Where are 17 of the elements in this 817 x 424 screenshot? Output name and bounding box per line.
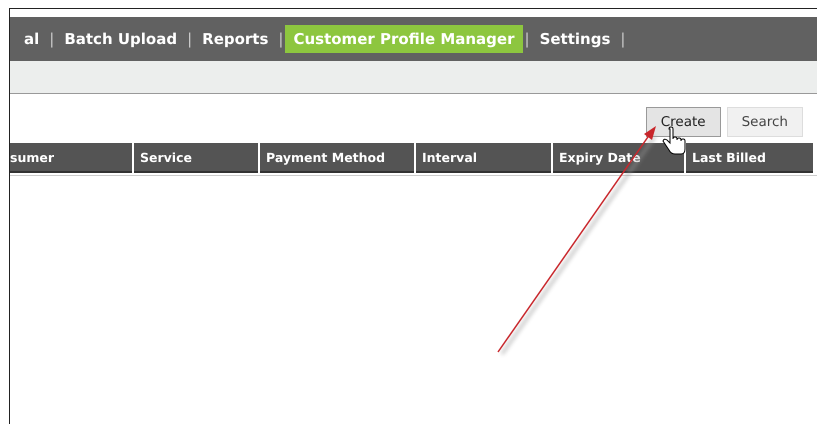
- nav-separator: |: [619, 30, 626, 48]
- hand-cursor-icon: [662, 126, 686, 154]
- column-header[interactable]: sumer: [10, 143, 132, 173]
- nav-link[interactable]: al: [16, 25, 48, 53]
- column-header[interactable]: Service: [134, 143, 258, 173]
- column-header[interactable]: Interval: [416, 143, 551, 173]
- nav-link[interactable]: Batch Upload: [56, 25, 186, 53]
- nav-link[interactable]: Settings: [532, 25, 618, 53]
- column-header[interactable]: Last Billed: [686, 143, 813, 173]
- search-button[interactable]: Search: [726, 107, 803, 137]
- nav-separator: |: [277, 30, 284, 48]
- create-button[interactable]: Create: [646, 107, 721, 137]
- nav-link[interactable]: Reports: [194, 25, 276, 53]
- nav-separator: |: [186, 30, 194, 48]
- nav-separator: |: [48, 30, 56, 48]
- nav-separator: |: [524, 30, 531, 48]
- column-header[interactable]: Payment Method: [260, 143, 414, 173]
